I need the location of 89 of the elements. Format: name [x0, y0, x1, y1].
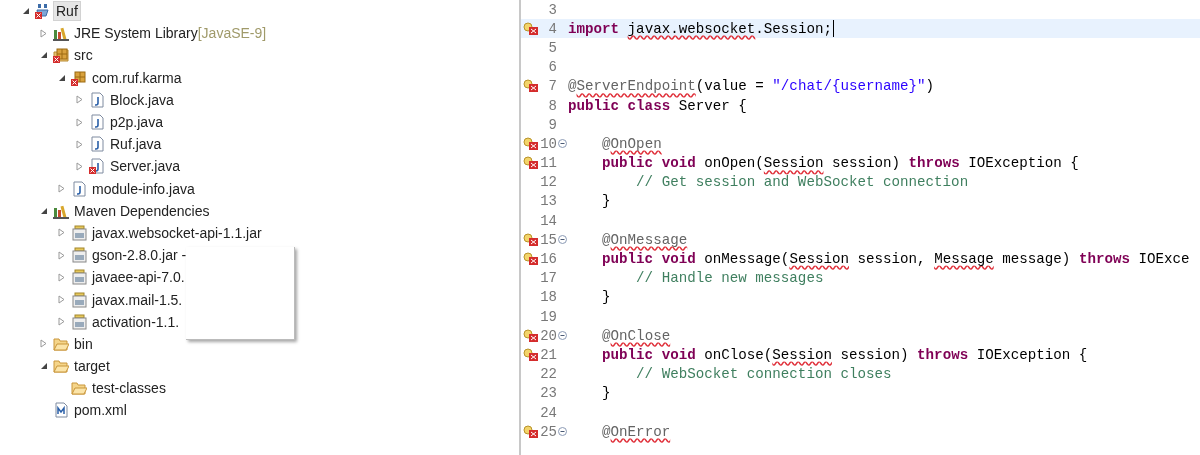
expanded-arrow-icon[interactable] [40, 362, 48, 371]
code-line: } [601, 289, 611, 306]
collapse-icon[interactable] [558, 139, 567, 149]
line-number: 5 [547, 39, 557, 56]
line-number: 23 [540, 385, 557, 402]
code-line: @OnMessage [601, 231, 688, 248]
line-number: 18 [540, 289, 557, 306]
expanded-arrow-icon[interactable] [40, 51, 48, 60]
tree-item[interactable]: bin [71, 333, 96, 354]
tree-item[interactable]: Block.java [107, 89, 177, 110]
tree-item[interactable]: javax.mail-1.5. [89, 289, 186, 310]
code-line: } [601, 385, 611, 402]
line-number: 10 [540, 135, 557, 152]
tree-item[interactable]: module-info.java [89, 178, 198, 199]
tree-item[interactable]: com.ruf.karma [89, 67, 185, 88]
line-number: 15 [540, 231, 557, 248]
tree-item[interactable]: src [71, 45, 96, 66]
code-line: public void onOpen(Session session) throws IOException { [601, 155, 1079, 172]
code-line: import javax.websocket.Session; [568, 20, 832, 37]
line-number: 9 [547, 116, 557, 133]
line-number: 11 [540, 155, 557, 172]
error-marker-icon[interactable] [523, 79, 539, 94]
tree-item[interactable]: activation-1.1. [89, 311, 183, 332]
tree-item[interactable]: test-classes [89, 378, 169, 399]
tree-item[interactable]: p2p.java [107, 112, 166, 133]
tree-item[interactable]: pom.xml [71, 400, 130, 421]
line-number: 12 [540, 174, 557, 191]
expanded-arrow-icon[interactable] [22, 7, 30, 16]
collapsed-arrow-icon[interactable] [58, 250, 65, 260]
line-number: 6 [547, 59, 557, 76]
line-number: 25 [540, 423, 557, 440]
line-number: 19 [540, 308, 557, 325]
code-line: // WebSocket connection closes [635, 366, 892, 383]
collapsed-arrow-icon[interactable] [58, 317, 65, 327]
collapsed-arrow-icon[interactable] [58, 184, 65, 194]
tree-item[interactable]: Ruf.java [107, 134, 165, 155]
code-line: public class Server { [568, 97, 747, 114]
line-number: 20 [540, 327, 557, 344]
collapsed-arrow-icon[interactable] [76, 139, 83, 149]
code-line: public void onClose(Session session) throws IOException { [601, 346, 1088, 363]
line-number: 8 [547, 97, 557, 114]
tree-item[interactable]: Maven Dependencies [71, 200, 213, 221]
line-number: 4 [547, 20, 557, 37]
code-line: @OnOpen [601, 135, 662, 152]
tree-item[interactable]: gson-2.8.0.jar - [89, 245, 190, 266]
code-line: // Handle new messages [635, 270, 824, 287]
collapse-icon[interactable] [558, 235, 567, 245]
error-marker-icon[interactable] [523, 136, 539, 151]
collapsed-arrow-icon[interactable] [58, 272, 65, 282]
line-number: 3 [547, 1, 557, 18]
collapsed-arrow-icon[interactable] [76, 95, 83, 105]
error-marker-icon[interactable] [523, 156, 539, 171]
line-number: 16 [540, 251, 557, 268]
code-line: } [601, 193, 611, 210]
line-number: 24 [540, 404, 557, 421]
code-line: public void onMessage(Session session, Message message) throws IOExce [601, 251, 1190, 268]
text-cursor [832, 20, 834, 38]
collapse-icon[interactable] [558, 331, 567, 341]
code-line: // Get session and WebSocket connection [635, 174, 969, 191]
code-line: @OnClose [601, 327, 671, 344]
line-number: 7 [547, 78, 557, 95]
tree-item[interactable]: Server.java [107, 156, 184, 177]
expanded-arrow-icon[interactable] [40, 206, 48, 215]
code-line: @OnError [601, 423, 671, 440]
error-marker-icon[interactable] [523, 232, 539, 247]
collapsed-arrow-icon[interactable] [40, 339, 47, 349]
error-marker-icon[interactable] [523, 424, 539, 439]
expanded-arrow-icon[interactable] [58, 73, 66, 82]
collapsed-arrow-icon[interactable] [40, 28, 47, 38]
collapsed-arrow-icon[interactable] [76, 117, 83, 127]
collapsed-arrow-icon[interactable] [58, 228, 65, 238]
line-number: 21 [540, 346, 557, 363]
tree-item[interactable]: javax.websocket-api-1.1.jar [89, 222, 265, 243]
tree-item[interactable]: target [71, 356, 113, 377]
error-marker-icon[interactable] [523, 252, 539, 267]
line-number: 17 [540, 270, 557, 287]
tree-item[interactable]: Ruf [53, 1, 81, 22]
line-number: 14 [540, 212, 557, 229]
line-number: 22 [540, 366, 557, 383]
error-marker-icon[interactable] [523, 347, 539, 362]
line-number: 13 [540, 193, 557, 210]
error-marker-icon[interactable] [523, 21, 539, 36]
code-line: @ServerEndpoint(value = "/chat/{username}") [568, 78, 935, 95]
collapsed-arrow-icon[interactable] [76, 161, 83, 171]
collapse-icon[interactable] [558, 427, 567, 437]
collapsed-arrow-icon[interactable] [58, 295, 65, 305]
error-marker-icon[interactable] [523, 328, 539, 343]
tree-item[interactable]: javaee-api-7.0. [89, 267, 188, 288]
tree-item[interactable]: JRE System Library[JavaSE-9] [71, 23, 270, 44]
